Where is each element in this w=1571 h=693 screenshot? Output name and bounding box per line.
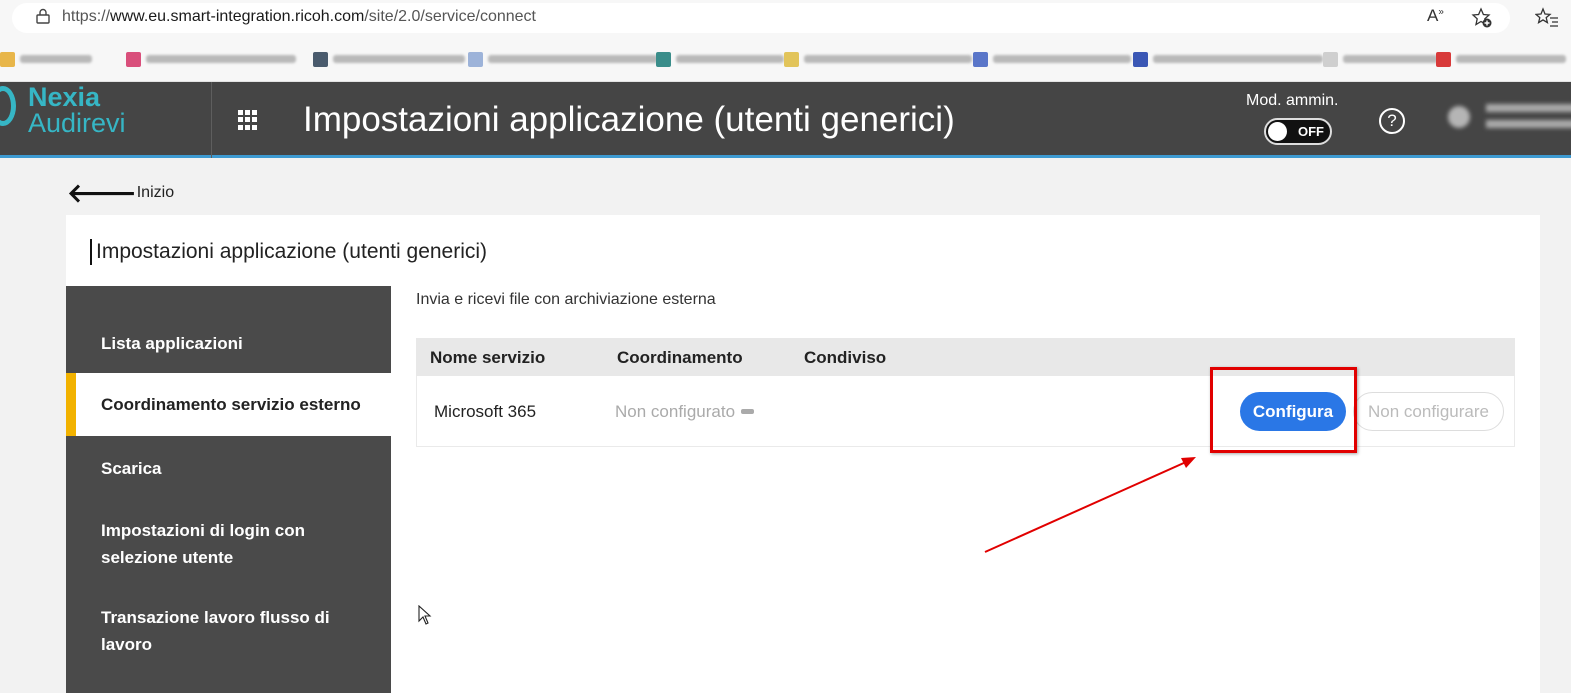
toggle-knob (1268, 122, 1287, 141)
site-icon (126, 51, 141, 67)
url-prefix: https:// (62, 8, 111, 25)
user-info-blurred (1486, 120, 1571, 128)
blurred-text (993, 55, 1131, 63)
sidebar-item-label: Transazione lavoro flusso di (101, 608, 330, 627)
coordination-status-text: Non configurato (615, 402, 736, 421)
sidebar-item-label: Impostazioni di login con (101, 521, 305, 540)
bookmark-item[interactable] (313, 50, 465, 68)
sidebar-item-label: Coordinamento servizio esterno (101, 395, 361, 414)
folder-icon (0, 51, 15, 67)
admin-mode-toggle[interactable]: OFF (1264, 118, 1332, 145)
blurred-text (676, 55, 784, 63)
logo-text-line2: Audirevi (28, 108, 126, 138)
sidebar-item-label: Scarica (101, 459, 162, 478)
admin-mode-label: Mod. ammin. (1246, 92, 1339, 109)
url-domain: www.eu.smart-integration.ricoh.com (110, 8, 365, 25)
site-icon (1133, 51, 1148, 67)
site-icon (973, 51, 988, 67)
read-aloud-icon[interactable]: A» (1427, 6, 1444, 26)
section-subtitle: Invia e ricevi file con archiviazione es… (416, 291, 716, 308)
app-grid-icon[interactable] (238, 110, 258, 130)
unconfigure-button[interactable]: Non configurare (1353, 392, 1504, 431)
page-icon (1323, 51, 1338, 67)
site-icon (656, 51, 671, 67)
bookmark-item[interactable] (1133, 50, 1323, 68)
user-avatar[interactable] (1448, 106, 1470, 128)
blurred-text (1456, 55, 1566, 63)
sidebar-item-lista-applicazioni[interactable]: Lista applicazioni (66, 330, 391, 357)
bookmark-item[interactable] (973, 50, 1131, 68)
url-text[interactable]: https://www.eu.smart-integration.ricoh.c… (62, 8, 536, 26)
favorites-icon[interactable] (1535, 7, 1559, 29)
site-icon (784, 51, 799, 67)
site-icon (313, 51, 328, 67)
column-header-coordinamento: Coordinamento (617, 348, 743, 367)
blurred-text (488, 55, 658, 63)
lock-icon[interactable] (36, 8, 50, 24)
coordination-status-cell: Non configurato (615, 402, 755, 422)
service-name-cell: Microsoft 365 (434, 402, 537, 421)
app-header: Nexia Audirevi Impostazioni applicazione… (0, 82, 1571, 158)
sidebar-item-label-line2: selezione utente (101, 548, 234, 567)
sidebar-item-label: Lista applicazioni (101, 334, 243, 353)
sidebar-item-scarica[interactable]: Scarica (66, 455, 391, 482)
site-icon (468, 51, 483, 67)
toggle-state-label: OFF (1298, 124, 1324, 139)
sidebar-item-coordinamento-servizio-esterno[interactable]: Coordinamento servizio esterno (66, 373, 391, 436)
dash-icon (741, 408, 755, 414)
help-icon[interactable]: ? (1379, 108, 1405, 134)
url-path: /site/2.0/service/connect (364, 8, 536, 25)
bookmark-item[interactable] (468, 50, 658, 68)
bookmark-item[interactable] (784, 50, 972, 68)
sidebar-item-transazione-lavoro[interactable]: Transazione lavoro flusso di lavoro (66, 604, 391, 658)
logo-icon (0, 86, 16, 126)
column-header-condiviso: Condiviso (804, 348, 887, 367)
sidebar-item-impostazioni-login[interactable]: Impostazioni di login con selezione uten… (66, 517, 391, 571)
annotation-highlight-box (1210, 367, 1357, 453)
bookmark-item[interactable] (656, 50, 784, 68)
blurred-text (333, 55, 465, 63)
blurred-text (146, 55, 296, 63)
blurred-text (1343, 55, 1438, 63)
blurred-text (1153, 55, 1323, 63)
card-title: Impostazioni applicazione (utenti generi… (90, 239, 487, 265)
blurred-text (804, 55, 972, 63)
bookmark-item[interactable] (0, 50, 92, 68)
bookmark-item[interactable] (1436, 50, 1566, 68)
site-icon (1436, 51, 1451, 67)
back-link-label: Inizio (136, 184, 175, 201)
browser-url-bar: https://www.eu.smart-integration.ricoh.c… (0, 0, 1571, 36)
sidebar-item-label-line2: lavoro (101, 635, 153, 654)
column-header-nome-servizio: Nome servizio (430, 348, 546, 367)
settings-card: Impostazioni applicazione (utenti generi… (66, 215, 1540, 693)
bookmark-item[interactable] (126, 50, 296, 68)
page-title: Impostazioni applicazione (utenti generi… (303, 100, 955, 139)
arrow-left-icon: 🡐 (67, 178, 137, 208)
bookmarks-bar (0, 36, 1571, 82)
add-favorite-icon[interactable] (1471, 7, 1493, 29)
sidebar-nav: Lista applicazioni Coordinamento servizi… (66, 286, 391, 693)
user-name-blurred (1486, 104, 1571, 112)
bookmark-item[interactable] (1323, 50, 1438, 68)
back-link[interactable]: 🡐 Inizio (67, 178, 175, 208)
header-divider (211, 82, 212, 158)
blurred-text (20, 55, 92, 63)
mouse-cursor-icon (418, 605, 432, 625)
